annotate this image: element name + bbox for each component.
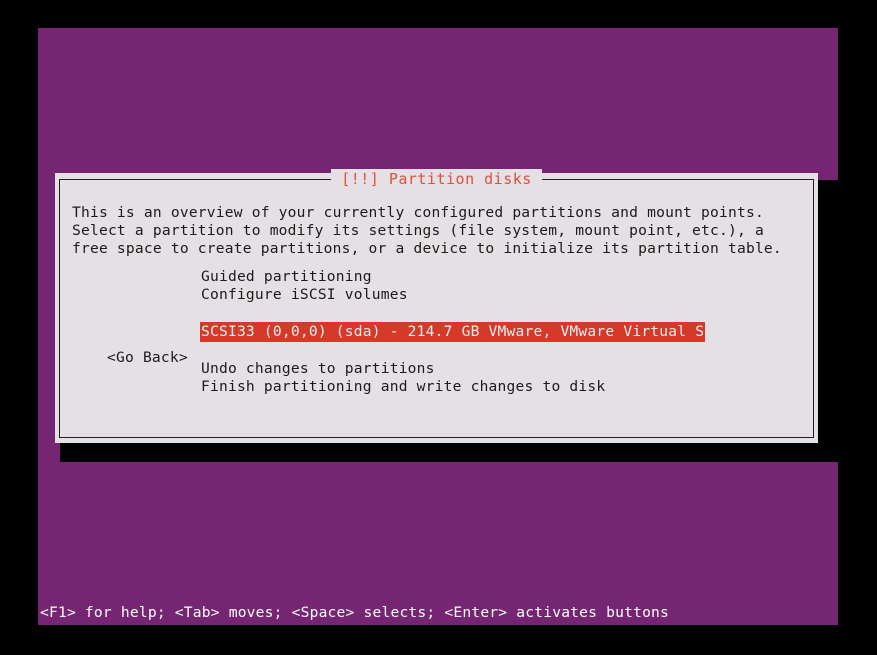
go-back-button[interactable]: <Go Back>: [107, 349, 188, 367]
dialog-inner-frame: [!!] Partition disks This is an overview…: [59, 169, 814, 438]
menu-item-undo-changes[interactable]: Undo changes to partitions: [201, 360, 435, 378]
dialog-description: This is an overview of your currently co…: [72, 204, 782, 257]
menu-item-guided-partitioning[interactable]: Guided partitioning: [201, 268, 372, 286]
partition-disks-dialog: [!!] Partition disks This is an overview…: [55, 169, 818, 443]
menu-item-scsi-disk-sda[interactable]: SCSI33 (0,0,0) (sda) - 214.7 GB VMware, …: [200, 322, 706, 342]
dialog-title: [!!] Partition disks: [331, 169, 542, 189]
partition-menu: Guided partitioning Configure iSCSI volu…: [200, 268, 801, 396]
dialog-title-bar: [!!] Partition disks: [60, 169, 813, 189]
menu-item-configure-iscsi-volumes[interactable]: Configure iSCSI volumes: [201, 286, 408, 304]
menu-spacer-two: [201, 342, 801, 360]
console-screen: [!!] Partition disks This is an overview…: [38, 28, 845, 625]
status-bar-hint: <F1> for help; <Tab> moves; <Space> sele…: [38, 601, 838, 625]
menu-spacer-one: [201, 304, 801, 322]
menu-item-finish-partitioning[interactable]: Finish partitioning and write changes to…: [201, 378, 605, 396]
